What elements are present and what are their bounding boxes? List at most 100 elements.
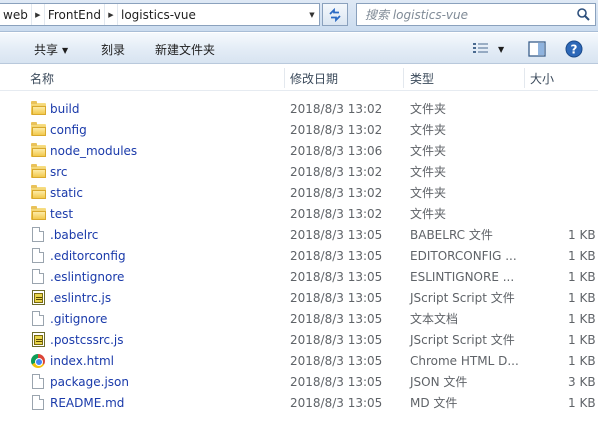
folder-icon [30, 98, 46, 119]
file-date: 2018/8/3 13:05 [290, 395, 383, 410]
new-folder-button[interactable]: 新建文件夹 [155, 41, 215, 58]
breadcrumb-chevron-icon[interactable]: ▶ [30, 4, 45, 25]
help-icon: ? [565, 40, 583, 58]
file-date: 2018/8/3 13:05 [290, 353, 383, 368]
file-size: 1 KB [568, 332, 596, 347]
file-name[interactable]: .editorconfig [50, 245, 126, 266]
file-date: 2018/8/3 13:05 [290, 227, 383, 242]
column-header-date[interactable]: 修改日期 [286, 65, 402, 91]
file-name[interactable]: .postcssrc.js [50, 329, 124, 350]
file-icon [30, 245, 46, 266]
search-input[interactable]: 搜索 logistics-vue [356, 3, 596, 26]
file-name[interactable]: config [50, 119, 87, 140]
file-name[interactable]: .babelrc [50, 224, 98, 245]
file-row[interactable]: src 2018/8/3 13:02 文件夹 [0, 161, 598, 182]
column-header-type[interactable]: 类型 [406, 65, 522, 91]
file-name[interactable]: test [50, 203, 73, 224]
file-row[interactable]: .postcssrc.js 2018/8/3 13:05 JScript Scrip… [0, 329, 598, 350]
file-name[interactable]: .eslintrc.js [50, 287, 111, 308]
preview-pane-icon [528, 41, 546, 57]
file-row[interactable]: .eslintignore 2018/8/3 13:05 ESLINTIGNORE … [0, 266, 598, 287]
address-bar-row: web ▶ FrontEnd ▶ logistics-vue ▼ 搜索 logi… [0, 0, 598, 32]
file-type: MD 文件 [410, 396, 458, 410]
file-row[interactable]: README.md 2018/8/3 13:05 MD 文件 1 KB [0, 392, 598, 413]
share-button[interactable]: 共享 ▼ [34, 41, 68, 58]
folder-icon [30, 182, 46, 203]
breadcrumb-web[interactable]: web [0, 4, 31, 25]
file-name[interactable]: node_modules [50, 140, 137, 161]
file-size: 1 KB [568, 248, 596, 263]
search-placeholder: 搜索 logistics-vue [365, 8, 469, 22]
file-name[interactable]: package.json [50, 371, 129, 392]
folder-icon [30, 203, 46, 224]
file-size: 3 KB [568, 374, 596, 389]
help-button[interactable]: ? [565, 39, 583, 59]
breadcrumb-frontend[interactable]: FrontEnd [45, 4, 104, 25]
address-dropdown-icon[interactable]: ▼ [305, 4, 319, 25]
file-size: 1 KB [568, 353, 596, 368]
preview-pane-button[interactable] [528, 39, 546, 59]
file-row[interactable]: .editorconfig 2018/8/3 13:05 EDITORCONFIG … [0, 245, 598, 266]
folder-icon [30, 140, 46, 161]
breadcrumb-chevron-icon[interactable]: ▶ [103, 4, 118, 25]
file-size: 1 KB [568, 290, 596, 305]
file-type: 文件夹 [410, 207, 447, 221]
file-row[interactable]: .babelrc 2018/8/3 13:05 BABELRC 文件 1 KB [0, 224, 598, 245]
address-bar[interactable]: web ▶ FrontEnd ▶ logistics-vue ▼ [0, 3, 320, 26]
column-divider[interactable] [524, 68, 525, 88]
column-header-size[interactable]: 大小 [526, 65, 598, 91]
breadcrumb-logistics-vue[interactable]: logistics-vue [118, 4, 199, 25]
file-date: 2018/8/3 13:02 [290, 101, 383, 116]
file-type: JScript Script 文件 [410, 333, 515, 347]
svg-text:?: ? [571, 43, 578, 57]
file-date: 2018/8/3 13:02 [290, 164, 383, 179]
file-icon [30, 392, 46, 413]
file-name[interactable]: index.html [50, 350, 114, 371]
file-type: EDITORCONFIG ... [410, 248, 517, 263]
file-row[interactable]: static 2018/8/3 13:02 文件夹 [0, 182, 598, 203]
file-name[interactable]: static [50, 182, 83, 203]
file-row[interactable]: build 2018/8/3 13:02 文件夹 [0, 98, 598, 119]
file-type: JScript Script 文件 [410, 291, 515, 305]
file-row[interactable]: package.json 2018/8/3 13:05 JSON 文件 3 KB [0, 371, 598, 392]
file-row[interactable]: node_modules 2018/8/3 13:06 文件夹 [0, 140, 598, 161]
file-row[interactable]: test 2018/8/3 13:02 文件夹 [0, 203, 598, 224]
file-name[interactable]: src [50, 161, 68, 182]
file-name[interactable]: .gitignore [50, 308, 107, 329]
file-date: 2018/8/3 13:05 [290, 248, 383, 263]
refresh-button[interactable] [322, 3, 348, 26]
file-date: 2018/8/3 13:02 [290, 122, 383, 137]
chrome-icon [30, 350, 46, 371]
file-type: 文件夹 [410, 144, 447, 158]
file-row[interactable]: index.html 2018/8/3 13:05 Chrome HTML D...… [0, 350, 598, 371]
folder-icon [30, 119, 46, 140]
file-type: 文件夹 [410, 186, 447, 200]
column-divider[interactable] [284, 68, 285, 88]
file-type: 文本文档 [410, 312, 459, 326]
column-headers: 名称 修改日期 类型 大小 [0, 65, 598, 91]
file-name[interactable]: build [50, 98, 80, 119]
file-size: 1 KB [568, 269, 596, 284]
file-type: JSON 文件 [410, 375, 468, 389]
file-size: 1 KB [568, 311, 596, 326]
view-options-button[interactable]: ▼ [472, 39, 504, 59]
file-date: 2018/8/3 13:05 [290, 332, 383, 347]
file-type: ESLINTIGNORE ... [410, 269, 515, 284]
column-header-name[interactable]: 名称 [26, 65, 282, 91]
burn-button[interactable]: 刻录 [101, 41, 125, 58]
file-name[interactable]: .eslintignore [50, 266, 124, 287]
file-row[interactable]: config 2018/8/3 13:02 文件夹 [0, 119, 598, 140]
file-row[interactable]: .eslintrc.js 2018/8/3 13:05 JScript Script… [0, 287, 598, 308]
file-icon [30, 308, 46, 329]
file-name[interactable]: README.md [50, 392, 124, 413]
file-size: 1 KB [568, 395, 596, 410]
file-date: 2018/8/3 13:06 [290, 143, 383, 158]
file-date: 2018/8/3 13:05 [290, 290, 383, 305]
search-icon[interactable] [576, 7, 591, 22]
file-row[interactable]: .gitignore 2018/8/3 13:05 文本文档 1 KB [0, 308, 598, 329]
file-icon [30, 371, 46, 392]
file-date: 2018/8/3 13:05 [290, 269, 383, 284]
file-date: 2018/8/3 13:05 [290, 374, 383, 389]
column-divider[interactable] [403, 68, 404, 88]
chevron-down-icon: ▼ [498, 44, 505, 54]
